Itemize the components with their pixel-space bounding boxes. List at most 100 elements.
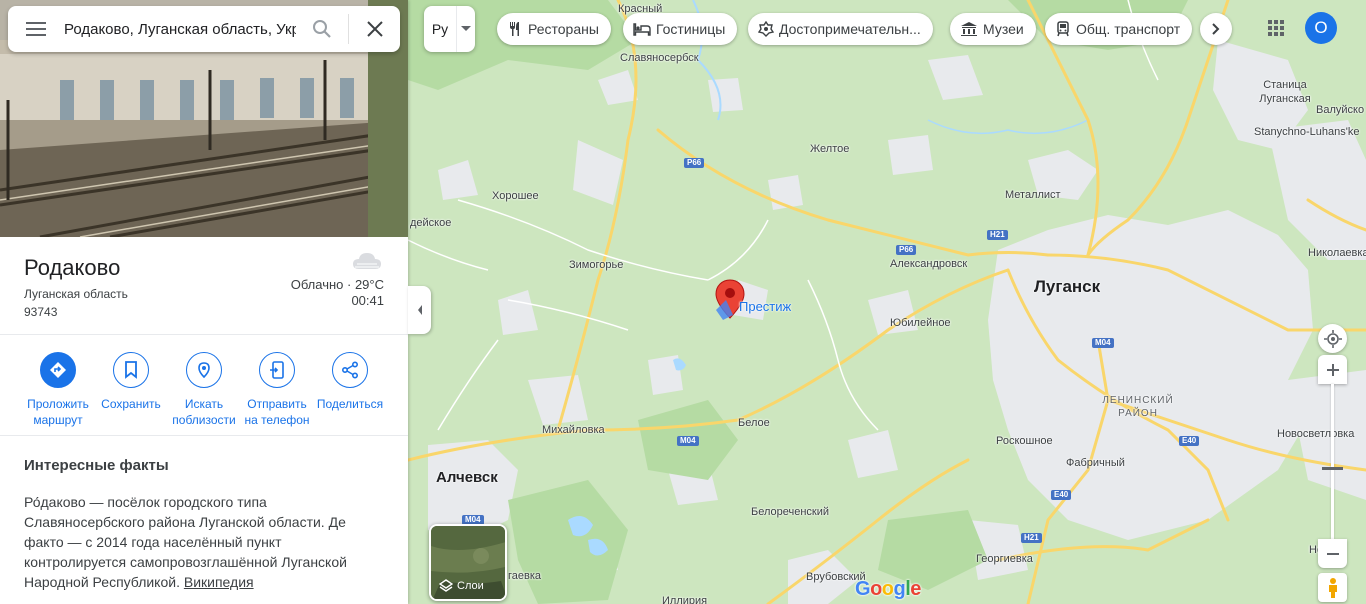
close-button[interactable] bbox=[348, 14, 400, 44]
chip-restaurants[interactable]: Рестораны bbox=[497, 13, 611, 45]
road-shield: Р66 bbox=[684, 158, 705, 168]
map-label: Металлист bbox=[1005, 189, 1061, 201]
road-shield: E40 bbox=[1051, 490, 1072, 500]
apps-grid-button[interactable] bbox=[1263, 15, 1289, 41]
map-graphics bbox=[408, 0, 1366, 604]
layers-icon bbox=[439, 579, 453, 592]
chips-next-button[interactable] bbox=[1200, 13, 1232, 45]
map-label: Георгиевка bbox=[976, 553, 1033, 565]
action-bar: Проложить маршрут Сохранить Искать побли… bbox=[0, 336, 408, 436]
chip-museums[interactable]: Музеи bbox=[950, 13, 1036, 45]
zoom-slider-thumb[interactable] bbox=[1322, 467, 1343, 470]
chip-attractions[interactable]: Достопримечательн... bbox=[748, 13, 933, 45]
map-label: гаевка bbox=[508, 570, 542, 582]
chip-label: Достопримечательн... bbox=[779, 21, 921, 37]
avatar[interactable]: О bbox=[1305, 12, 1337, 44]
close-icon bbox=[366, 21, 383, 37]
map-label: Роскошное bbox=[996, 435, 1053, 447]
chip-transit[interactable]: Общ. транспорт bbox=[1045, 13, 1193, 45]
restaurant-icon bbox=[507, 21, 523, 37]
save-button[interactable]: Сохранить bbox=[94, 352, 168, 412]
attraction-icon bbox=[758, 21, 774, 37]
map-label: Stanychno-Luhans'ke bbox=[1254, 126, 1360, 138]
road-shield: M04 bbox=[1092, 338, 1114, 348]
action-label: Проложить маршрут bbox=[27, 397, 89, 427]
road-shield: E40 bbox=[1179, 436, 1200, 446]
road-shield: H21 bbox=[987, 230, 1008, 240]
cloud-icon bbox=[352, 251, 382, 276]
map-label-city: Алчевск bbox=[436, 469, 498, 486]
zoom-slider-track[interactable] bbox=[1331, 384, 1334, 539]
map-label: Белореченский bbox=[751, 506, 830, 518]
place-panel: Родаково Луганская область 93743 Облачно… bbox=[0, 0, 408, 604]
facts-title: Интересные факты bbox=[24, 457, 169, 474]
nearby-icon bbox=[186, 352, 222, 388]
language-value: Ру bbox=[431, 21, 449, 37]
poi-label[interactable]: Престиж bbox=[739, 299, 791, 314]
chip-hotels[interactable]: Гостиницы bbox=[623, 13, 738, 45]
logo-letter: o bbox=[881, 578, 894, 600]
apps-grid-icon bbox=[1268, 20, 1284, 36]
street-view-pegman[interactable] bbox=[1318, 573, 1347, 602]
map-label: Александровск bbox=[890, 258, 968, 270]
my-location-button[interactable] bbox=[1318, 324, 1347, 353]
maps-app: Красный Славяносербск Станица Луганская … bbox=[0, 0, 1366, 604]
language-select[interactable]: Ру bbox=[424, 6, 475, 52]
chip-label: Музеи bbox=[983, 21, 1024, 37]
layers-label-group: Слои bbox=[439, 579, 484, 593]
search-button[interactable] bbox=[296, 6, 348, 52]
share-icon bbox=[332, 352, 368, 388]
share-button[interactable]: Поделиться bbox=[313, 352, 387, 412]
road-shield: H21 bbox=[1021, 533, 1042, 543]
map-canvas[interactable]: Красный Славяносербск Станица Луганская … bbox=[408, 0, 1366, 604]
directions-button[interactable]: Проложить маршрут bbox=[21, 352, 95, 428]
google-logo: Google bbox=[855, 578, 921, 601]
place-postal-code: 93743 bbox=[24, 305, 58, 319]
zoom-out-button[interactable] bbox=[1318, 539, 1347, 568]
search-box bbox=[8, 6, 400, 52]
place-region: Луганская область bbox=[24, 287, 128, 301]
layers-button[interactable]: Слои bbox=[429, 524, 507, 601]
action-label: Искать поблизости bbox=[172, 397, 236, 427]
collapse-panel-button[interactable] bbox=[408, 286, 431, 334]
facts-section: Интересные факты Ро́даково — посёлок гор… bbox=[0, 436, 408, 604]
facts-text: Ро́даково — посёлок городского типа Слав… bbox=[24, 492, 384, 592]
place-header: Родаково Луганская область 93743 Облачно… bbox=[0, 237, 408, 335]
search-icon bbox=[313, 20, 331, 38]
send-to-phone-button[interactable]: Отправить на телефон bbox=[240, 352, 314, 428]
minus-icon bbox=[1326, 552, 1339, 555]
logo-letter: g bbox=[893, 578, 906, 600]
transit-icon bbox=[1055, 21, 1071, 37]
map-label: Станица Луганская bbox=[1259, 79, 1311, 105]
weather-summary: Облачно · 29°C bbox=[290, 277, 384, 292]
nearby-button[interactable]: Искать поблизости bbox=[167, 352, 241, 428]
logo-letter: o bbox=[870, 578, 882, 600]
plus-icon bbox=[1326, 363, 1339, 376]
hotel-icon bbox=[633, 21, 651, 37]
road-shield: M04 bbox=[677, 436, 699, 446]
wikipedia-link[interactable]: Википедия bbox=[184, 574, 254, 590]
pegman-icon bbox=[1328, 577, 1337, 598]
menu-button[interactable] bbox=[8, 6, 64, 52]
zoom-in-button[interactable] bbox=[1318, 355, 1347, 384]
action-label: Поделиться bbox=[316, 397, 384, 411]
chevron-right-icon bbox=[1212, 23, 1220, 35]
road-shield: Р66 bbox=[896, 245, 917, 255]
local-time: 00:41 bbox=[351, 293, 384, 308]
hamburger-icon bbox=[26, 22, 46, 36]
chevron-down-icon bbox=[456, 6, 475, 52]
crosshair-icon bbox=[1323, 329, 1342, 348]
museum-icon bbox=[960, 21, 978, 37]
action-label: Отправить на телефон bbox=[244, 397, 310, 427]
map-label: Юбилейное bbox=[890, 317, 951, 329]
map-label-city: Луганск bbox=[1034, 277, 1101, 296]
map-label: Валуйско bbox=[1316, 104, 1365, 116]
map-label-district: ЛЕНИНСКИЙ РАЙОН bbox=[1102, 395, 1174, 419]
directions-icon bbox=[40, 352, 76, 388]
chip-label: Общ. транспорт bbox=[1076, 21, 1181, 37]
map-label: Фабричный bbox=[1066, 457, 1125, 469]
search-input[interactable] bbox=[64, 9, 296, 49]
chip-label: Гостиницы bbox=[656, 21, 726, 37]
map-label: Зимогорье bbox=[569, 259, 624, 271]
place-title: Родаково bbox=[24, 255, 121, 280]
